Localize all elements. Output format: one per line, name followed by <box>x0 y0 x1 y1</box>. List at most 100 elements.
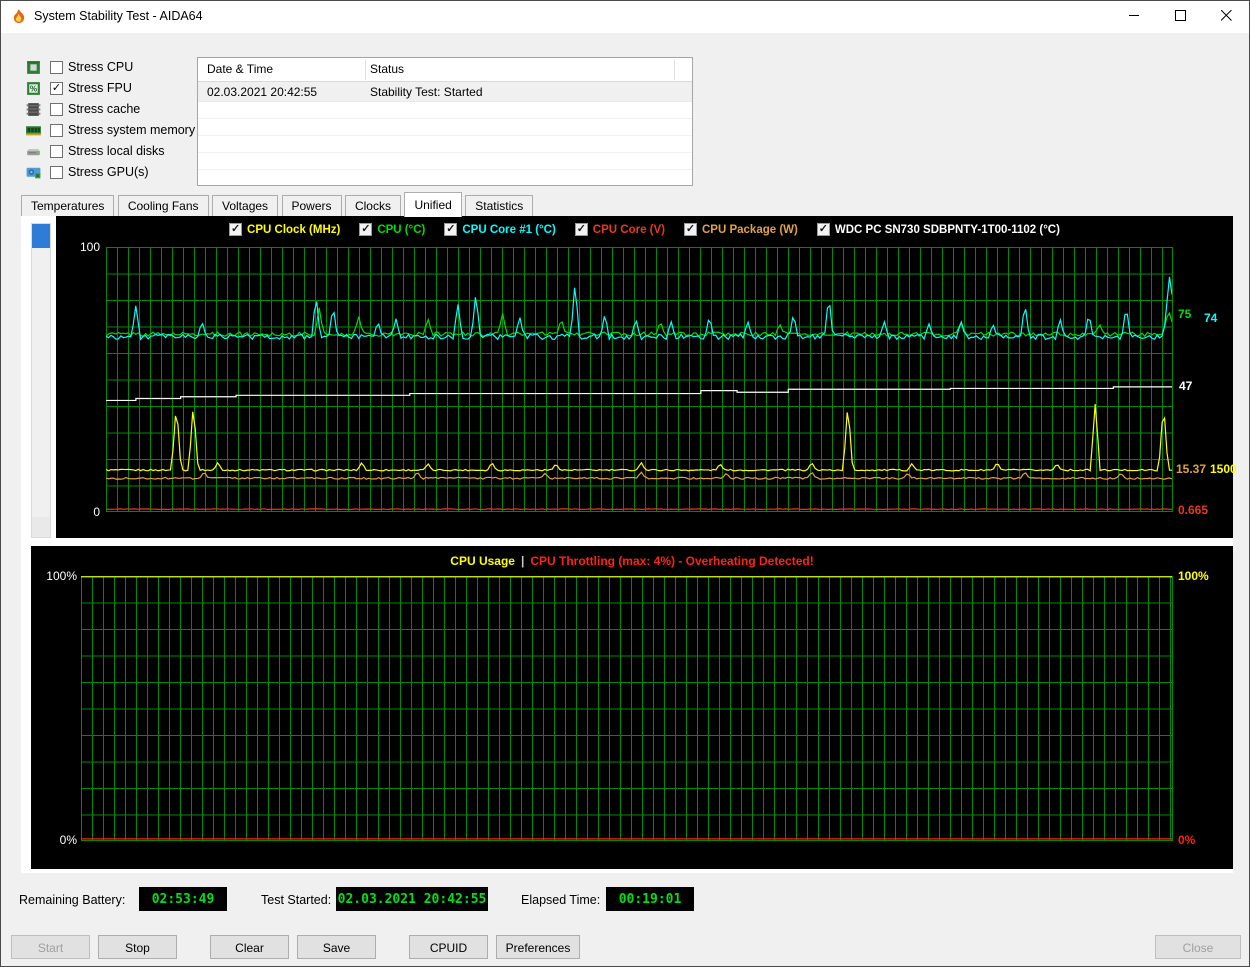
legend-label-cpu-core-voltage: CPU Core (V) <box>592 223 665 236</box>
usage-axis-top-right: 100% <box>1178 569 1209 583</box>
column-divider <box>674 60 675 80</box>
stress-fpu-label: Stress FPU <box>68 81 132 95</box>
cpuid-button[interactable]: CPUID <box>409 935 488 959</box>
legend-label-cpu-package: CPU Package (W) <box>702 223 798 236</box>
close-icon <box>1220 8 1232 26</box>
close-window-button[interactable] <box>1203 1 1249 33</box>
log-empty-row <box>198 170 692 187</box>
legend-cpu-core1-temp: CPU Core #1 (°C) <box>444 223 556 236</box>
maximize-icon <box>1174 8 1186 26</box>
title-bar: System Stability Test - AIDA64 <box>1 1 1249 33</box>
graph-tabs: Temperatures Cooling Fans Voltages Power… <box>21 192 534 217</box>
legend-label-wdc-drive: WDC PC SN730 SDBPNTY-1T00-1102 (°C) <box>834 223 1060 236</box>
log-empty-row <box>198 102 692 119</box>
stress-fpu-checkbox[interactable] <box>50 81 63 95</box>
stress-fpu-row: % Stress FPU <box>25 79 132 97</box>
legend-cpu-temp: CPU (°C) <box>359 223 425 236</box>
legend-checkbox-cpu-clock[interactable] <box>229 223 243 236</box>
tab-voltages[interactable]: Voltages <box>212 195 279 217</box>
stress-disks-checkbox[interactable] <box>50 144 63 158</box>
tab-powers[interactable]: Powers <box>281 195 342 217</box>
minimize-icon <box>1128 8 1140 26</box>
minimize-button[interactable] <box>1111 1 1157 33</box>
value-cpu-package: 15.37 <box>1176 462 1207 476</box>
log-empty-row <box>198 119 692 136</box>
tab-clocks[interactable]: Clocks <box>344 195 401 217</box>
event-log-header: Date & Time Status <box>198 58 692 82</box>
save-button[interactable]: Save <box>297 935 376 959</box>
legend-checkbox-cpu-core-voltage[interactable] <box>574 223 588 236</box>
clear-button[interactable]: Clear <box>210 935 289 959</box>
tab-cooling-fans[interactable]: Cooling Fans <box>117 195 209 217</box>
usage-axis-bottom-right: 0% <box>1178 833 1196 847</box>
legend-cpu-package: CPU Package (W) <box>684 223 798 236</box>
gpu-icon <box>25 164 42 181</box>
stress-gpu-checkbox[interactable] <box>50 165 63 179</box>
preferences-button[interactable]: Preferences <box>496 935 580 959</box>
legend-checkbox-cpu-temp[interactable] <box>359 223 373 236</box>
cpu-usage-title: CPU Usage | CPU Throttling (max: 4%) - Ove… <box>31 554 1233 568</box>
stress-memory-row: Stress system memory <box>25 121 195 139</box>
legend-cpu-core-voltage: CPU Core (V) <box>574 223 665 236</box>
stop-button[interactable]: Stop <box>98 935 177 959</box>
cache-chip-icon <box>25 101 42 118</box>
stress-cache-label: Stress cache <box>68 102 141 116</box>
stress-memory-label: Stress system memory <box>68 123 196 137</box>
fpu-chip-icon: % <box>25 80 42 97</box>
maximize-button[interactable] <box>1157 1 1203 33</box>
tab-temperatures[interactable]: Temperatures <box>21 195 115 217</box>
legend-label-cpu-temp: CPU (°C) <box>377 223 426 236</box>
stress-memory-checkbox[interactable] <box>50 123 63 137</box>
log-datetime: 02.03.2021 20:42:55 <box>207 85 318 99</box>
memory-module-icon <box>25 122 42 139</box>
unified-tab-page: CPU Clock (MHz) CPU (°C) CPU Core #1 (°C… <box>21 216 1237 873</box>
value-cpu-clock: 1500 <box>1210 462 1237 476</box>
value-wdc-temp: 47 <box>1179 379 1193 393</box>
value-cpu-core1-temp: 74 <box>1204 311 1218 325</box>
usage-plot-area <box>81 576 1173 841</box>
event-log-table: Date & Time Status 02.03.2021 20:42:55 S… <box>197 57 693 187</box>
stress-disks-label: Stress local disks <box>68 144 165 158</box>
stress-cache-checkbox[interactable] <box>50 102 63 116</box>
legend-label-cpu-clock: CPU Clock (MHz) <box>247 223 341 236</box>
value-cpu-core-voltage: 0.665 <box>1178 503 1209 517</box>
legend-cpu-clock: CPU Clock (MHz) <box>229 223 340 236</box>
cpu-chip-icon <box>25 59 42 76</box>
unified-axis-top: 100 <box>79 240 100 254</box>
hard-disk-icon <box>25 143 42 160</box>
stress-disks-row: Stress local disks <box>25 142 165 160</box>
scrollbar-thumb[interactable] <box>32 224 50 248</box>
stress-gpu-row: Stress GPU(s) <box>25 163 149 181</box>
legend-checkbox-cpu-core1-temp[interactable] <box>444 223 458 236</box>
scrollbar-endcap <box>32 517 50 537</box>
column-header-datetime: Date & Time <box>207 62 274 76</box>
log-empty-row <box>198 136 692 153</box>
legend-checkbox-cpu-package[interactable] <box>684 223 697 236</box>
tab-statistics[interactable]: Statistics <box>465 195 534 217</box>
flame-icon <box>11 9 27 25</box>
test-started-value: 02.03.2021 20:42:55 <box>336 887 488 911</box>
unified-graph: CPU Clock (MHz) CPU (°C) CPU Core #1 (°C… <box>56 216 1237 538</box>
graph-scrollbar[interactable] <box>31 223 51 538</box>
start-button[interactable]: Start <box>11 935 90 959</box>
elapsed-time-label: Elapsed Time: <box>521 893 601 907</box>
svg-text:%: % <box>30 84 37 93</box>
test-started-label: Test Started: <box>261 893 332 907</box>
stress-cpu-label: Stress CPU <box>68 60 134 74</box>
cpu-usage-graph: CPU Usage | CPU Throttling (max: 4%) - Ove… <box>31 546 1233 869</box>
unified-plot-area <box>106 247 1173 512</box>
window-title: System Stability Test - AIDA64 <box>34 9 203 23</box>
legend-wdc-drive: WDC PC SN730 SDBPNTY-1T00-1102 (°C) <box>816 223 1060 236</box>
close-button[interactable]: Close <box>1155 935 1241 959</box>
log-row[interactable]: 02.03.2021 20:42:55 Stability Test: Star… <box>198 82 692 102</box>
stress-gpu-label: Stress GPU(s) <box>68 165 149 179</box>
legend-checkbox-wdc-drive[interactable] <box>816 223 830 236</box>
usage-axis-top-left: 100% <box>46 569 77 583</box>
cpu-usage-title-text: CPU Usage <box>450 554 515 568</box>
title-separator: | <box>520 554 525 568</box>
log-status: Stability Test: Started <box>370 85 483 99</box>
column-header-status: Status <box>370 62 405 76</box>
tab-unified[interactable]: Unified <box>404 192 462 217</box>
cpu-throttling-warning: CPU Throttling (max: 4%) - Overheating D… <box>530 554 814 568</box>
stress-cpu-checkbox[interactable] <box>50 60 63 74</box>
